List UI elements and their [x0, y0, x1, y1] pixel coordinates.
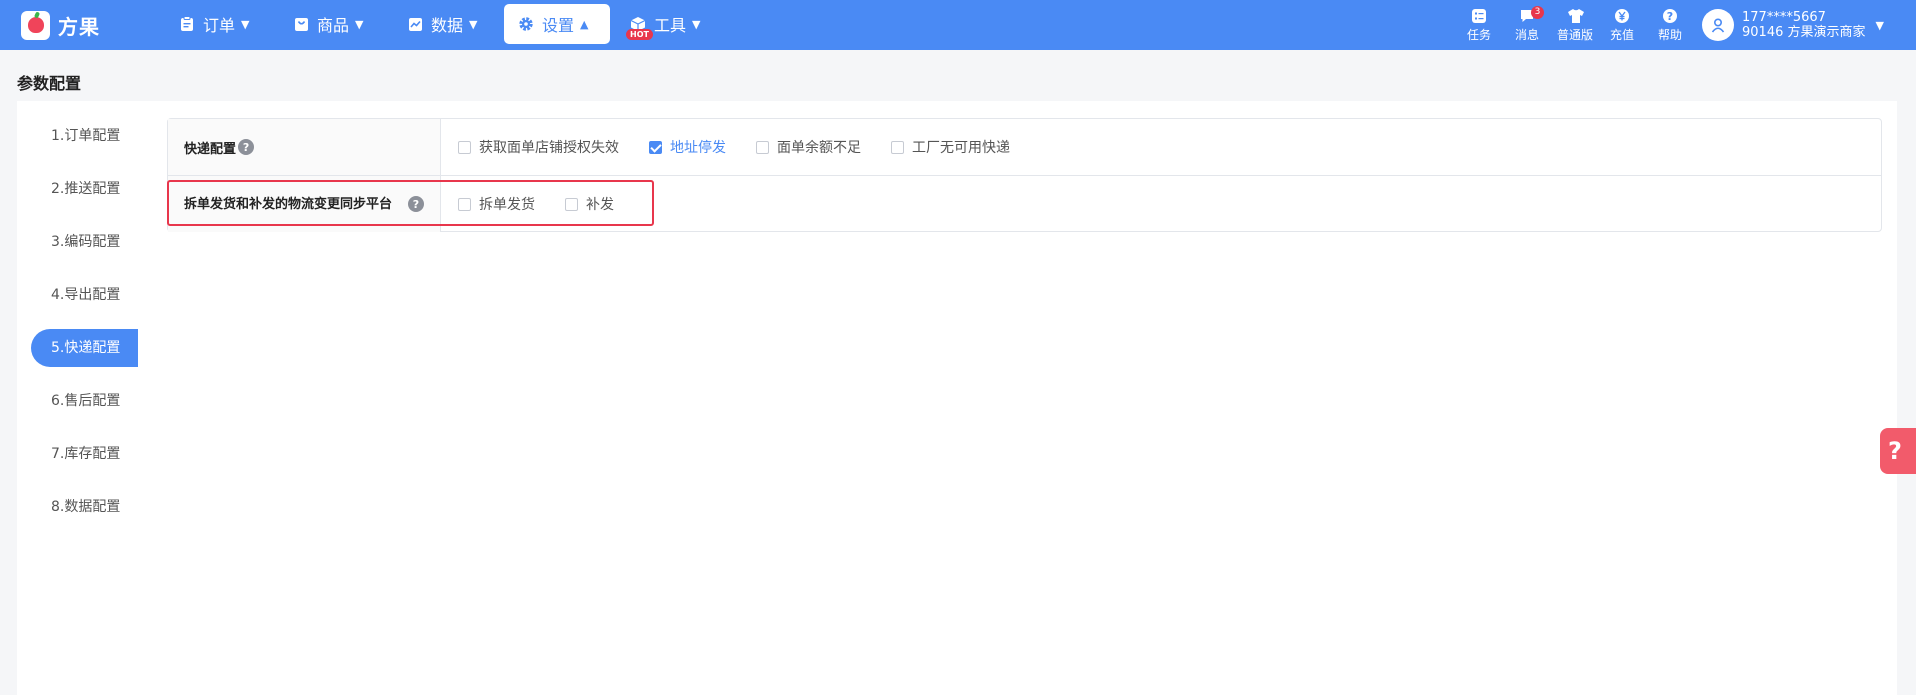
option-label: 地址停发 — [670, 140, 726, 156]
svg-text:?: ? — [1667, 10, 1673, 23]
option-reship[interactable]: 补发 — [565, 194, 614, 214]
chart-icon — [407, 16, 423, 32]
checkbox[interactable] — [458, 140, 471, 154]
option-group: 拆单发货 补发 — [441, 176, 644, 232]
option-label: 获取面单店铺授权失效 — [479, 140, 619, 156]
config-row-split-sync: 拆单发货和补发的物流变更同步平台 ? 拆单发货 补发 — [168, 175, 1881, 232]
floating-help-button[interactable]: ? — [1880, 428, 1916, 474]
option-address-stop[interactable]: 地址停发 — [649, 137, 726, 157]
shirt-icon — [1567, 8, 1584, 24]
nav-item-orders[interactable]: 订单 ▼ — [165, 4, 263, 44]
option-label: 拆单发货 — [479, 197, 535, 213]
gear-icon — [518, 16, 534, 32]
bag-icon — [293, 16, 309, 32]
nav-item-settings[interactable]: 设置 ▲ — [504, 4, 610, 44]
sidebar-item-express[interactable]: 5.快递配置 — [31, 329, 138, 367]
sidebar-item-order[interactable]: 1.订单配置 — [31, 117, 138, 155]
nav-label: 数据 — [431, 16, 464, 35]
checkbox[interactable] — [565, 197, 578, 211]
toolbar-help[interactable]: ? 帮助 — [1650, 6, 1690, 44]
question-icon: ? — [1888, 437, 1902, 465]
user-phone: 177****5667 — [1742, 10, 1826, 25]
config-row-express: 快递配置 ? 获取面单店铺授权失效 地址停发 面单余额不足 工厂无可用快递 — [168, 119, 1881, 175]
brand-logo[interactable]: 方果 — [21, 10, 100, 40]
option-balance-low[interactable]: 面单余额不足 — [756, 137, 861, 157]
nav-item-data[interactable]: 数据 ▼ — [393, 4, 491, 44]
toolbar-label: 消息 — [1514, 28, 1539, 42]
toolbar-label: 普通版 — [1556, 28, 1593, 42]
question-icon[interactable]: ? — [408, 196, 424, 212]
sidebar-item-push[interactable]: 2.推送配置 — [31, 170, 138, 208]
sidebar-item-encoding[interactable]: 3.编码配置 — [31, 223, 138, 261]
checkbox-checked[interactable] — [649, 140, 662, 154]
option-group: 获取面单店铺授权失效 地址停发 面单余额不足 工厂无可用快递 — [441, 119, 1040, 175]
toolbar-label: 帮助 — [1657, 28, 1682, 42]
option-auth-invalid[interactable]: 获取面单店铺授权失效 — [458, 137, 619, 157]
checkbox[interactable] — [458, 197, 471, 211]
avatar-icon — [1702, 9, 1734, 41]
nav-label: 商品 — [317, 16, 350, 35]
nav-label: 设置 — [542, 16, 575, 35]
caret-up-icon: ▲ — [580, 17, 589, 31]
sidebar-item-export[interactable]: 4.导出配置 — [31, 276, 138, 314]
user-account: 90146 方果演示商家 — [1742, 25, 1866, 40]
message-count-badge: 3 — [1531, 6, 1544, 19]
nav-item-tools[interactable]: HOT 工具 ▼ — [616, 4, 714, 44]
hot-badge: HOT — [626, 29, 653, 40]
brand-name: 方果 — [58, 14, 100, 39]
row-label-text: 拆单发货和补发的物流变更同步平台 — [184, 196, 393, 212]
caret-down-icon: ▼ — [692, 17, 701, 31]
option-label: 工厂无可用快递 — [912, 140, 1010, 156]
caret-down-icon: ▼ — [1875, 18, 1884, 32]
question-icon[interactable]: ? — [238, 139, 255, 155]
toolbar-edition[interactable]: 普通版 — [1554, 6, 1596, 44]
row-label: 拆单发货和补发的物流变更同步平台 ? — [168, 176, 441, 232]
sidebar-item-data[interactable]: 8.数据配置 — [31, 488, 138, 526]
page-title: 参数配置 — [17, 74, 82, 93]
config-table: 快递配置 ? 获取面单店铺授权失效 地址停发 面单余额不足 工厂无可用快递 拆单… — [167, 118, 1882, 232]
toolbar-message[interactable]: 3 消息 — [1507, 6, 1547, 44]
option-label: 面单余额不足 — [777, 140, 861, 156]
message-icon: 3 — [1519, 6, 1544, 24]
help-icon: ? — [1662, 8, 1678, 24]
clipboard-icon — [179, 16, 195, 32]
option-label: 补发 — [586, 197, 614, 213]
nav-label: 订单 — [203, 16, 236, 35]
nav-label: 工具 — [654, 16, 687, 35]
caret-down-icon: ▼ — [355, 17, 364, 31]
toolbar-recharge[interactable]: 充值 — [1602, 6, 1642, 44]
toolbar-task[interactable]: 任务 — [1459, 6, 1499, 44]
sidebar-item-inventory[interactable]: 7.库存配置 — [31, 435, 138, 473]
logo-icon — [21, 10, 50, 40]
option-split-ship[interactable]: 拆单发货 — [458, 194, 535, 214]
option-no-express[interactable]: 工厂无可用快递 — [891, 137, 1010, 157]
checkbox[interactable] — [756, 140, 769, 154]
yen-icon — [1614, 8, 1630, 24]
user-menu[interactable]: 177****5667 90146 方果演示商家 ▼ — [1702, 8, 1884, 42]
config-panel: 1.订单配置 2.推送配置 3.编码配置 4.导出配置 5.快递配置 6.售后配… — [17, 101, 1897, 695]
toolbar-label: 任务 — [1466, 28, 1491, 42]
sidebar-item-aftersale[interactable]: 6.售后配置 — [31, 382, 138, 420]
caret-down-icon: ▼ — [469, 17, 478, 31]
nav-item-products[interactable]: 商品 ▼ — [279, 4, 377, 44]
row-label: 快递配置 ? — [168, 119, 441, 175]
row-label-text: 快递配置 — [184, 141, 237, 157]
checkbox[interactable] — [891, 140, 904, 154]
toolbar-label: 充值 — [1609, 28, 1634, 42]
task-icon — [1471, 8, 1487, 24]
top-navbar: 方果 订单 ▼ 商品 ▼ 数据 ▼ 设置 ▲ HOT 工具 ▼ 任务 3 消息 … — [0, 0, 1916, 50]
caret-down-icon: ▼ — [241, 17, 250, 31]
